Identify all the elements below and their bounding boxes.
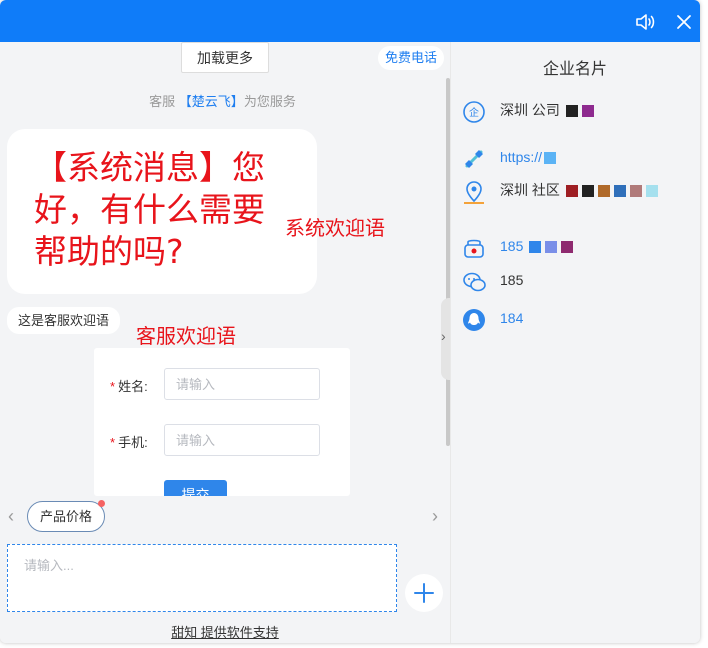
load-more-button[interactable]: 加载更多: [181, 42, 269, 73]
chevron-right-icon[interactable]: ›: [432, 506, 438, 527]
top-bar: [0, 0, 700, 42]
message-input[interactable]: [7, 544, 397, 612]
location-icon: [464, 181, 484, 204]
phone-icon: [464, 239, 484, 258]
wechat-icon: [463, 272, 486, 292]
agent-name: 【楚云飞】: [178, 94, 244, 109]
name-label: * 姓名:: [110, 379, 148, 394]
chevron-left-icon[interactable]: ‹: [8, 506, 14, 527]
free-call-button[interactable]: 免费电话: [378, 46, 445, 70]
qq-number[interactable]: 184: [500, 307, 690, 329]
submit-button[interactable]: 提交: [164, 480, 227, 496]
business-card-title: 企业名片: [542, 61, 607, 78]
contact-form: *姓名: *手机: 提交: [94, 348, 350, 496]
name-row: * 姓名:: [94, 368, 350, 400]
svg-text:企: 企: [469, 106, 479, 119]
agent-suffix: 为您服务: [243, 94, 296, 109]
chat-panel: 加载更多 免费电话 客服 【楚云飞】为您服务 【系统消息】您好，有什么需要帮助的…: [0, 42, 450, 643]
quick-reply-chip[interactable]: 产品价格: [27, 500, 106, 532]
agent-annotation: 客服欢迎语: [136, 324, 236, 348]
chevron-right-icon: ›: [441, 328, 446, 344]
system-message-bubble: 【系统消息】您好，有什么需要帮助的吗?: [7, 129, 317, 294]
quick-reply-bar: ‹ 产品价格 ›: [0, 496, 450, 538]
phone-row: * 手机:: [94, 424, 350, 456]
collapse-panel-handle[interactable]: ›: [441, 298, 450, 380]
system-annotation: 系统欢迎语: [285, 216, 385, 240]
website-link[interactable]: https://: [500, 146, 690, 168]
phone-input[interactable]: [164, 424, 320, 456]
quick-reply-label: 产品价格: [40, 509, 93, 524]
add-attachment-button[interactable]: [405, 574, 443, 612]
agent-prefix: 客服: [149, 94, 176, 109]
agent-message-bubble: 这是客服欢迎语: [7, 307, 121, 334]
agent-service-notice: 客服 【楚云飞】为您服务: [0, 91, 445, 110]
company-name: 深圳 公司: [500, 99, 690, 121]
speaker-icon[interactable]: [634, 11, 656, 33]
name-input[interactable]: [164, 368, 320, 400]
chat-window: 加载更多 免费电话 客服 【楚云飞】为您服务 【系统消息】您好，有什么需要帮助的…: [0, 0, 700, 643]
powered-by-link[interactable]: 甜知 提供软件支持: [0, 622, 450, 641]
phone-number[interactable]: 185: [500, 235, 690, 257]
business-card-panel: 企业名片 企 深圳 公司 https:// 深圳 社区 185 185 184: [450, 42, 700, 643]
link-icon: [465, 150, 483, 168]
wechat-id: 185: [500, 272, 524, 288]
phone-label: * 手机:: [110, 435, 148, 450]
notification-dot: [98, 500, 106, 507]
plus-icon: [414, 583, 434, 603]
qq-icon: [463, 309, 485, 331]
company-icon: 企: [463, 101, 485, 123]
close-icon[interactable]: [673, 11, 695, 33]
address-text: 深圳 社区: [500, 179, 690, 201]
